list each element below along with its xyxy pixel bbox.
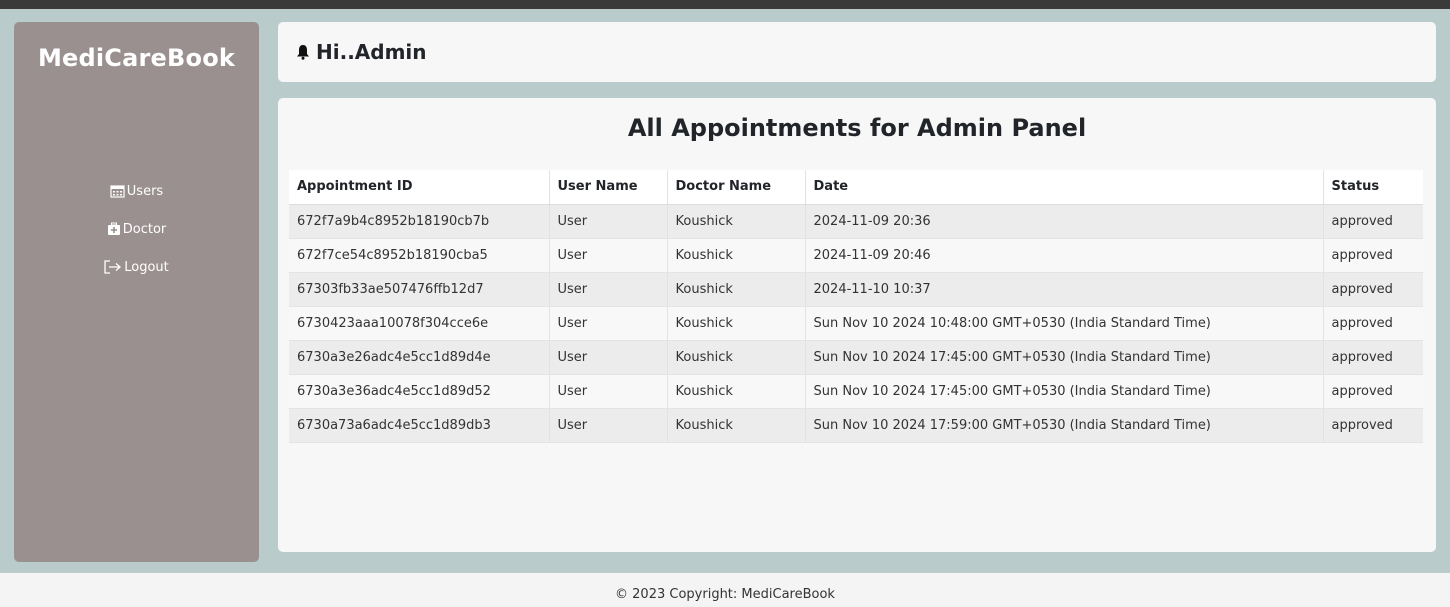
doctor-name-cell: Koushick — [667, 238, 806, 273]
status-cell: approved — [1323, 374, 1423, 409]
table-row: 6730423aaa10078f304cce6e User Koushick S… — [289, 306, 1423, 341]
sidebar-item-label: Users — [126, 183, 164, 199]
date-cell: Sun Nov 10 2024 17:45:00 GMT+0530 (India… — [805, 340, 1324, 375]
status-cell: approved — [1323, 306, 1423, 341]
doctor-name-cell: Koushick — [667, 340, 806, 375]
date-cell: Sun Nov 10 2024 17:59:00 GMT+0530 (India… — [805, 408, 1324, 443]
appointment-id-cell: 6730a73a6adc4e5cc1d89db3 — [289, 408, 550, 443]
medical-kit-icon — [107, 222, 120, 235]
top-header: Hi..Admin — [278, 22, 1436, 82]
sidebar-item-users[interactable]: Users — [14, 172, 259, 210]
doctor-name-cell: Koushick — [667, 306, 806, 341]
table-row: 67303fb33ae507476ffb12d7 User Koushick 2… — [289, 272, 1423, 307]
user-name-cell: User — [549, 204, 668, 239]
appointment-id-cell: 6730a3e26adc4e5cc1d89d4e — [289, 340, 550, 375]
user-name-cell: User — [549, 340, 668, 375]
status-cell: approved — [1323, 408, 1423, 443]
sidebar-menu: Users Doctor Logout — [14, 172, 259, 286]
logout-icon — [104, 260, 122, 274]
user-name-cell: User — [549, 238, 668, 273]
date-cell: 2024-11-10 10:37 — [805, 272, 1324, 307]
doctor-name-cell: Koushick — [667, 272, 806, 307]
date-cell: Sun Nov 10 2024 10:48:00 GMT+0530 (India… — [805, 306, 1324, 341]
table-header-row: Appointment ID User Name Doctor Name Dat… — [289, 170, 1423, 205]
table-row: 6730a3e26adc4e5cc1d89d4e User Koushick S… — [289, 340, 1423, 375]
bell-icon[interactable] — [296, 44, 310, 60]
date-cell: 2024-11-09 20:46 — [805, 238, 1324, 273]
calendar-icon — [110, 185, 125, 198]
doctor-name-cell: Koushick — [667, 408, 806, 443]
user-name-cell: User — [549, 272, 668, 307]
user-name-cell: User — [549, 306, 668, 341]
appointment-id-cell: 6730423aaa10078f304cce6e — [289, 306, 550, 341]
appointment-id-cell: 67303fb33ae507476ffb12d7 — [289, 272, 550, 307]
app-layout: MediCareBook Users Doctor Logout Hi..Adm… — [14, 22, 1436, 562]
table-row: 6730a73a6adc4e5cc1d89db3 User Koushick S… — [289, 408, 1423, 443]
user-name-cell: User — [549, 374, 668, 409]
table-row: 672f7a9b4c8952b18190cb7b User Koushick 2… — [289, 204, 1423, 239]
column-header: Doctor Name — [667, 170, 806, 205]
page-title: All Appointments for Admin Panel — [627, 114, 1087, 142]
date-cell: Sun Nov 10 2024 17:45:00 GMT+0530 (India… — [805, 374, 1324, 409]
column-header: Appointment ID — [289, 170, 550, 205]
doctor-name-cell: Koushick — [667, 374, 806, 409]
brand-logo: MediCareBook — [37, 44, 236, 72]
user-name-cell: User — [549, 408, 668, 443]
appointment-id-cell: 672f7a9b4c8952b18190cb7b — [289, 204, 550, 239]
appointment-id-cell: 6730a3e36adc4e5cc1d89d52 — [289, 374, 550, 409]
sidebar-item-label: Doctor — [122, 221, 167, 237]
status-cell: approved — [1323, 272, 1423, 307]
sidebar-item-label: Logout — [124, 259, 169, 275]
table-row: 6730a3e36adc4e5cc1d89d52 User Koushick S… — [289, 374, 1423, 409]
date-cell: 2024-11-09 20:36 — [805, 204, 1324, 239]
doctor-name-cell: Koushick — [667, 204, 806, 239]
page-footer: © 2023 Copyright: MediCareBook — [0, 573, 1450, 607]
status-cell: approved — [1323, 340, 1423, 375]
column-header: Date — [805, 170, 1324, 205]
column-header: User Name — [549, 170, 668, 205]
sidebar: MediCareBook Users Doctor Logout — [14, 22, 259, 562]
column-header: Status — [1323, 170, 1423, 205]
appointment-id-cell: 672f7ce54c8952b18190cba5 — [289, 238, 550, 273]
copyright-text: © 2023 Copyright: MediCareBook — [615, 587, 835, 602]
status-cell: approved — [1323, 204, 1423, 239]
status-cell: approved — [1323, 238, 1423, 273]
table-row: 672f7ce54c8952b18190cba5 User Koushick 2… — [289, 238, 1423, 273]
main-content: All Appointments for Admin Panel Appoint… — [278, 98, 1436, 552]
sidebar-item-doctor[interactable]: Doctor — [14, 210, 259, 248]
greeting-title: Hi..Admin — [316, 40, 427, 64]
sidebar-item-logout[interactable]: Logout — [14, 248, 259, 286]
appointments-table: Appointment ID User Name Doctor Name Dat… — [289, 170, 1423, 443]
